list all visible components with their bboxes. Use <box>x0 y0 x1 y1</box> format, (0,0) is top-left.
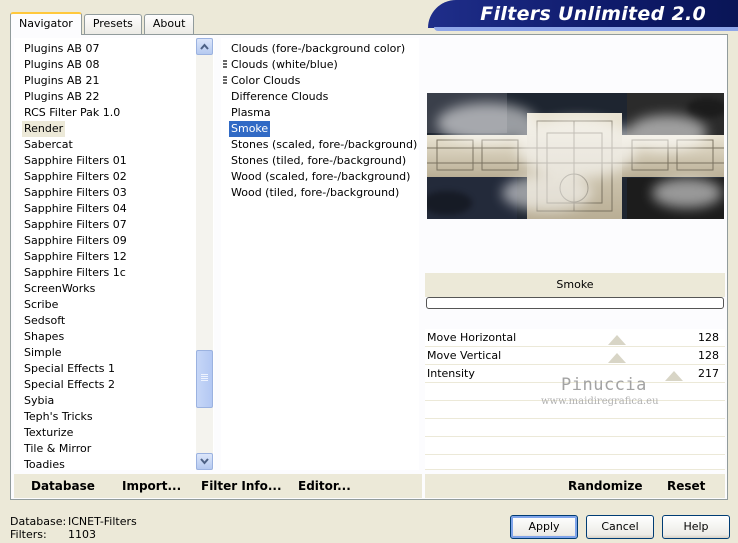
empty-control-row <box>425 419 725 437</box>
category-item[interactable]: Tile & Mirror <box>22 441 93 457</box>
filter-item-selected[interactable]: Smoke <box>229 121 271 137</box>
watermark-url: www.maidiregrafica.eu <box>541 396 659 407</box>
slider-value: 128 <box>698 331 719 344</box>
filter-item[interactable]: Clouds (fore-/background color) <box>229 41 407 57</box>
filters-count-label: Filters: <box>10 528 47 541</box>
cancel-button[interactable]: Cancel <box>586 515 654 539</box>
slider-value: 217 <box>698 367 719 380</box>
preview-image <box>427 93 724 219</box>
tab-presets[interactable]: Presets <box>83 14 142 34</box>
slider-thumb[interactable] <box>665 371 684 381</box>
category-item[interactable]: Sedsoft <box>22 313 67 329</box>
filter-item[interactable]: Wood (tiled, fore-/background) <box>229 185 401 201</box>
randomize-button[interactable]: Randomize <box>568 478 642 494</box>
category-item[interactable]: Sapphire Filters 09 <box>22 233 129 249</box>
filter-item[interactable]: Clouds (white/blue) <box>229 57 340 73</box>
filter-item[interactable]: Wood (scaled, fore-/background) <box>229 169 412 185</box>
reset-button[interactable]: Reset <box>667 478 705 494</box>
category-item[interactable]: Sapphire Filters 02 <box>22 169 129 185</box>
navigator-panel: Plugins AB 07 Plugins AB 08 Plugins AB 2… <box>10 34 728 500</box>
category-item[interactable]: Scribe <box>22 297 60 313</box>
empty-control-row <box>425 455 725 470</box>
slider-thumb[interactable] <box>607 353 626 363</box>
apply-button[interactable]: Apply <box>510 515 578 539</box>
filters-count-value: 1103 <box>68 528 96 541</box>
filter-info-button[interactable]: Filter Info... <box>201 478 282 494</box>
category-item[interactable]: ScreenWorks <box>22 281 97 297</box>
category-item[interactable]: Sapphire Filters 07 <box>22 217 129 233</box>
category-item-selected[interactable]: Render <box>22 121 66 137</box>
category-scrollbar[interactable] <box>196 38 213 470</box>
editor-button[interactable]: Editor... <box>298 478 351 494</box>
category-item[interactable]: Teph's Tricks <box>22 409 95 425</box>
category-item[interactable]: Sapphire Filters 03 <box>22 185 129 201</box>
category-item[interactable]: Toadies <box>22 457 67 470</box>
filter-item[interactable]: Stones (tiled, fore-/background) <box>229 153 408 169</box>
drag-grip-icon <box>223 76 227 87</box>
drag-grip-icon <box>223 60 227 71</box>
chevron-down-icon <box>200 458 209 465</box>
category-item[interactable]: Sapphire Filters 1c <box>22 265 128 281</box>
category-item[interactable]: Simple <box>22 345 64 361</box>
watermark-name: Pinuccia <box>561 375 647 395</box>
preset-toolbar: Randomize Reset <box>425 474 725 498</box>
category-item[interactable]: Plugins AB 21 <box>22 73 101 89</box>
tab-about[interactable]: About <box>143 14 195 34</box>
category-item[interactable]: RCS Filter Pak 1.0 <box>22 105 122 121</box>
category-item[interactable]: Texturize <box>22 425 75 441</box>
category-list[interactable]: Plugins AB 07 Plugins AB 08 Plugins AB 2… <box>14 38 214 470</box>
scroll-up-button[interactable] <box>196 38 213 55</box>
database-label: Database: <box>10 515 67 528</box>
category-item[interactable]: Plugins AB 22 <box>22 89 101 105</box>
category-item[interactable]: Plugins AB 07 <box>22 41 101 57</box>
banner-title: Filters Unlimited 2.0 <box>480 3 706 25</box>
progress-bar <box>426 297 724 309</box>
database-value: ICNET-Filters <box>68 515 137 528</box>
navigator-toolbar: Database Import... Filter Info... Editor… <box>14 474 422 498</box>
category-item[interactable]: Special Effects 2 <box>22 377 117 393</box>
scroll-down-button[interactable] <box>196 453 213 470</box>
category-item[interactable]: Sapphire Filters 04 <box>22 201 129 217</box>
help-button[interactable]: Help <box>662 515 730 539</box>
tab-navigator[interactable]: Navigator <box>10 12 82 35</box>
preview-filter-name: Smoke <box>425 273 725 297</box>
category-item[interactable]: Sapphire Filters 01 <box>22 153 129 169</box>
slider-thumb[interactable] <box>607 335 626 345</box>
filter-item[interactable]: Color Clouds <box>229 73 302 89</box>
smoke-preview-graphic <box>427 93 724 219</box>
slider-move-horizontal[interactable]: Move Horizontal 128 <box>425 329 725 347</box>
category-item[interactable]: Sapphire Filters 12 <box>22 249 129 265</box>
slider-label: Move Vertical <box>427 349 502 362</box>
tab-strip: Navigator Presets About <box>10 12 196 35</box>
title-banner: Filters Unlimited 2.0 <box>428 0 738 31</box>
slider-value: 128 <box>698 349 719 362</box>
slider-label: Intensity <box>427 367 475 380</box>
database-button[interactable]: Database <box>31 478 95 494</box>
import-button[interactable]: Import... <box>122 478 181 494</box>
scroll-grip-icon <box>201 374 208 382</box>
empty-control-row <box>425 437 725 455</box>
filter-item[interactable]: Difference Clouds <box>229 89 330 105</box>
scroll-thumb[interactable] <box>196 350 213 408</box>
category-item[interactable]: Shapes <box>22 329 66 345</box>
category-item[interactable]: Sybia <box>22 393 56 409</box>
category-item[interactable]: Special Effects 1 <box>22 361 117 377</box>
filter-list[interactable]: Clouds (fore-/background color) Clouds (… <box>221 38 419 470</box>
chevron-up-icon <box>200 43 209 50</box>
category-item[interactable]: Plugins AB 08 <box>22 57 101 73</box>
filter-item[interactable]: Stones (scaled, fore-/background) <box>229 137 419 153</box>
slider-move-vertical[interactable]: Move Vertical 128 <box>425 347 725 365</box>
category-item[interactable]: Sabercat <box>22 137 75 153</box>
slider-label: Move Horizontal <box>427 331 517 344</box>
filter-item[interactable]: Plasma <box>229 105 273 121</box>
